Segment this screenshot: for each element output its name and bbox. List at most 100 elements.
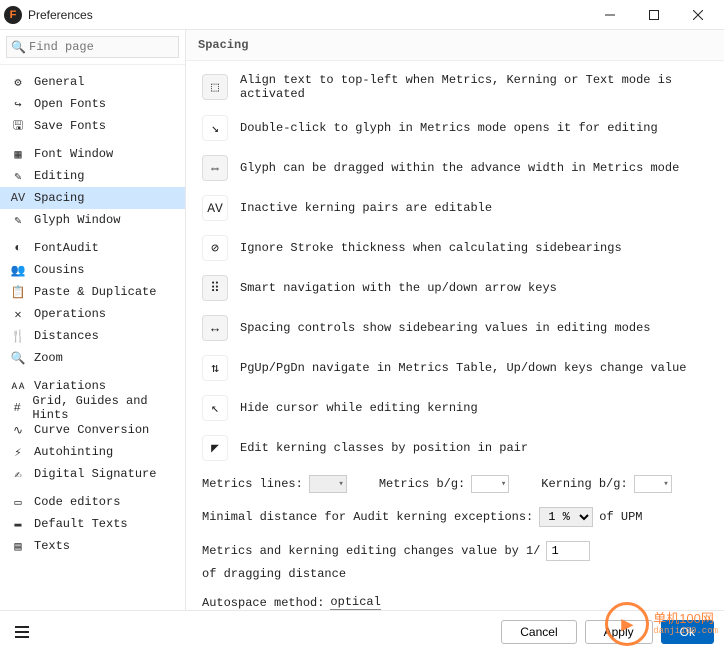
option-row: ⇅ PgUp/PgDn navigate in Metrics Table, Up… bbox=[202, 355, 708, 381]
drag-label-post: of dragging distance bbox=[202, 567, 346, 581]
sidebar-item-distances[interactable]: 🍴 Distances bbox=[0, 325, 185, 347]
sidebar-item-label: Open Fonts bbox=[34, 97, 106, 111]
footer: Cancel Apply Ok bbox=[0, 610, 724, 652]
apply-button[interactable]: Apply bbox=[585, 620, 653, 644]
autospace-method-link[interactable]: optical bbox=[330, 595, 380, 610]
fontaudit-icon: ◐ bbox=[10, 241, 26, 255]
option-toggle[interactable]: ⇅ bbox=[202, 355, 228, 381]
sidebar-item-label: Digital Signature bbox=[34, 467, 156, 481]
curve-conversion-icon: ∿ bbox=[10, 423, 26, 438]
sidebar-item-label: Cousins bbox=[34, 263, 84, 277]
sidebar-item-label: Spacing bbox=[34, 191, 84, 205]
chevron-down-icon: ▾ bbox=[338, 479, 343, 489]
sidebar-item-label: FontAudit bbox=[34, 241, 99, 255]
default-texts-icon: ▬ bbox=[10, 517, 26, 531]
search-input[interactable] bbox=[6, 36, 179, 58]
cancel-button[interactable]: Cancel bbox=[501, 620, 576, 644]
maximize-button[interactable] bbox=[632, 1, 676, 29]
sidebar-item-save-fonts[interactable]: 🖫Save Fonts bbox=[0, 115, 185, 137]
sidebar-item-default-texts[interactable]: ▬Default Texts bbox=[0, 513, 185, 535]
metrics-lines-label: Metrics lines: bbox=[202, 477, 303, 491]
grid-guides-and-hints-icon: # bbox=[10, 401, 24, 415]
sidebar-item-editing[interactable]: ✎ Editing bbox=[0, 165, 185, 187]
digital-signature-icon: ✍ bbox=[10, 467, 26, 482]
option-row: AV Inactive kerning pairs are editable bbox=[202, 195, 708, 221]
sidebar-item-texts[interactable]: ▤Texts bbox=[0, 535, 185, 557]
autospace-row: Autospace method: optical bbox=[202, 595, 708, 610]
option-label: Align text to top-left when Metrics, Ker… bbox=[240, 73, 708, 101]
sidebar-item-paste-duplicate[interactable]: 📋Paste & Duplicate bbox=[0, 281, 185, 303]
sidebar-item-label: Font Window bbox=[34, 147, 113, 161]
nav-list: ⚙General ↪ Open Fonts 🖫Save Fonts ▦Font Wind… bbox=[0, 65, 185, 569]
option-label: Inactive kerning pairs are editable bbox=[240, 201, 708, 215]
sidebar-item-glyph-window[interactable]: ✎ Glyph Window bbox=[0, 209, 185, 231]
drag-value-input[interactable] bbox=[546, 541, 590, 561]
sidebar-item-autohinting[interactable]: ⚡Autohinting bbox=[0, 441, 185, 463]
drag-label-pre: Metrics and kerning editing changes valu… bbox=[202, 544, 540, 558]
option-toggle[interactable]: ◤ bbox=[202, 435, 228, 461]
option-toggle[interactable]: ↘ bbox=[202, 115, 228, 141]
sidebar-item-label: Texts bbox=[34, 539, 70, 553]
metrics-bg-label: Metrics b/g: bbox=[379, 477, 465, 491]
sidebar-item-label: Code editors bbox=[34, 495, 120, 509]
sidebar: 🔍 ⚙General ↪ Open Fonts 🖫Save Fonts ▦Font Wi… bbox=[0, 30, 186, 610]
sidebar-item-curve-conversion[interactable]: ∿Curve Conversion bbox=[0, 419, 185, 441]
sidebar-item-label: Distances bbox=[34, 329, 99, 343]
min-distance-select[interactable]: 1 % bbox=[539, 507, 593, 527]
option-toggle[interactable]: ⬚ bbox=[202, 74, 228, 100]
zoom-icon: 🔍 bbox=[10, 351, 26, 366]
metrics-lines-color[interactable]: ▾ bbox=[309, 475, 347, 493]
sidebar-item-spacing[interactable]: AVSpacing bbox=[0, 187, 185, 209]
option-row: ⬚ Align text to top-left when Metrics, Ke… bbox=[202, 73, 708, 101]
option-label: Spacing controls show sidebearing values… bbox=[240, 321, 708, 335]
option-toggle[interactable]: ⇔ bbox=[202, 155, 228, 181]
option-toggle[interactable]: ↔ bbox=[202, 315, 228, 341]
section-title: Spacing bbox=[186, 30, 724, 61]
metrics-bg-color[interactable]: ▾ bbox=[471, 475, 509, 493]
close-button[interactable] bbox=[676, 1, 720, 29]
editing-icon: ✎ bbox=[10, 169, 26, 184]
sidebar-item-zoom[interactable]: 🔍Zoom bbox=[0, 347, 185, 369]
window-title: Preferences bbox=[28, 8, 93, 22]
sidebar-item-operations[interactable]: ✕Operations bbox=[0, 303, 185, 325]
option-toggle[interactable]: ⠿ bbox=[202, 275, 228, 301]
titlebar: F Preferences bbox=[0, 0, 724, 30]
sidebar-item-label: Grid, Guides and Hints bbox=[32, 394, 175, 422]
distances-icon: 🍴 bbox=[10, 329, 26, 344]
drag-row: Metrics and kerning editing changes valu… bbox=[202, 541, 708, 581]
option-toggle[interactable]: AV bbox=[202, 195, 228, 221]
sidebar-item-fontaudit[interactable]: ◐ FontAudit bbox=[0, 237, 185, 259]
sidebar-item-open-fonts[interactable]: ↪ Open Fonts bbox=[0, 93, 185, 115]
ok-button[interactable]: Ok bbox=[661, 620, 714, 644]
sidebar-item-general[interactable]: ⚙General bbox=[0, 71, 185, 93]
option-toggle[interactable]: ↖ bbox=[202, 395, 228, 421]
paste-duplicate-icon: 📋 bbox=[10, 285, 26, 300]
glyph-window-icon: ✎ bbox=[10, 213, 26, 228]
sidebar-item-cousins[interactable]: 👥Cousins bbox=[0, 259, 185, 281]
option-row: ◤Edit kerning classes by position in pai… bbox=[202, 435, 708, 461]
open-fonts-icon: ↪ bbox=[10, 97, 26, 112]
sidebar-item-digital-signature[interactable]: ✍ Digital Signature bbox=[0, 463, 185, 485]
option-row: ↘Double-click to glyph in Metrics mode o… bbox=[202, 115, 708, 141]
sidebar-item-grid-guides-and-hints[interactable]: # Grid, Guides and Hints bbox=[0, 397, 185, 419]
min-distance-row: Minimal distance for Audit kerning excep… bbox=[202, 507, 708, 527]
variations-icon: ᴀᴀ bbox=[10, 379, 26, 393]
sidebar-item-font-window[interactable]: ▦Font Window bbox=[0, 143, 185, 165]
color-row: Metrics lines: ▾ Metrics b/g: ▾ Kerning … bbox=[202, 475, 708, 493]
option-label: Glyph can be dragged within the advance … bbox=[240, 161, 708, 175]
app-icon: F bbox=[4, 6, 22, 24]
menu-button[interactable] bbox=[10, 620, 34, 644]
sidebar-item-label: Editing bbox=[34, 169, 84, 183]
settings-body: ⬚ Align text to top-left when Metrics, Ke… bbox=[186, 61, 724, 610]
option-toggle[interactable]: ⊘ bbox=[202, 235, 228, 261]
sidebar-item-label: General bbox=[34, 75, 84, 89]
minimize-button[interactable] bbox=[588, 1, 632, 29]
kerning-bg-color[interactable]: ▾ bbox=[634, 475, 672, 493]
autohinting-icon: ⚡ bbox=[10, 445, 26, 460]
option-label: PgUp/PgDn navigate in Metrics Table, Up/… bbox=[240, 361, 708, 375]
option-row: ↔ Spacing controls show sidebearing value… bbox=[202, 315, 708, 341]
option-row: ⇔ Glyph can be dragged within the advance… bbox=[202, 155, 708, 181]
sidebar-item-label: Glyph Window bbox=[34, 213, 120, 227]
sidebar-item-code-editors[interactable]: ▭Code editors bbox=[0, 491, 185, 513]
sidebar-item-label: Save Fonts bbox=[34, 119, 106, 133]
